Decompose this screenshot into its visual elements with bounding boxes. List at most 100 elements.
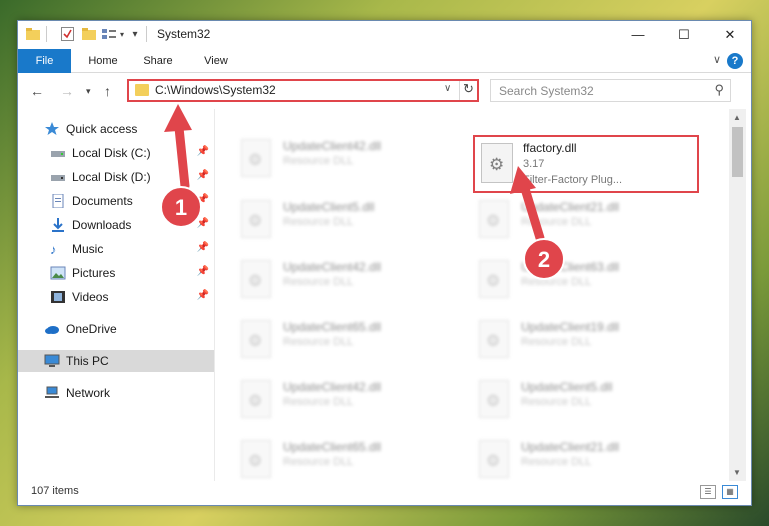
list-item[interactable]: UpdateClient63.dll Resource DLL <box>473 256 703 308</box>
file-name: UpdateClient21.dll <box>521 440 620 454</box>
pin-icon[interactable]: 📌 <box>197 170 209 181</box>
sidebar-item-videos[interactable]: Videos 📌 <box>18 286 214 308</box>
sidebar-item-onedrive[interactable]: OneDrive <box>18 318 214 340</box>
forward-arrow-icon[interactable]: → <box>60 83 74 99</box>
dll-file-icon <box>479 320 509 358</box>
details-view-icon[interactable]: ☰ <box>700 485 716 499</box>
navigation-bar: ← → ▾ ↑ C:\Windows\System32 ∨ ↻ Search S… <box>18 74 751 108</box>
pin-icon[interactable]: 📌 <box>197 146 209 157</box>
properties-icon[interactable] <box>60 26 74 42</box>
folder-icon <box>26 26 40 42</box>
up-arrow-icon[interactable]: ↑ <box>104 83 111 99</box>
sidebar-item-music[interactable]: ♪ Music 📌 <box>18 238 214 260</box>
new-folder-icon[interactable] <box>82 26 96 42</box>
sidebar-item-local-disk-c[interactable]: Local Disk (C:) 📌 <box>18 142 214 164</box>
file-name: UpdateClient21.dll <box>521 200 620 214</box>
sidebar-item-label: Videos <box>72 290 109 304</box>
list-item[interactable]: UpdateClient21.dll Resource DLL <box>473 196 703 248</box>
vertical-scrollbar[interactable]: ▲ ▼ <box>729 109 746 481</box>
drive-icon <box>50 170 66 184</box>
maximize-button[interactable]: ☐ <box>661 21 707 48</box>
list-item[interactable]: UpdateClient19.dll Resource DLL <box>473 316 703 368</box>
sidebar-item-label: Quick access <box>66 122 138 136</box>
back-arrow-icon[interactable]: ← <box>30 83 44 99</box>
highlighted-file-ffactory[interactable]: ffactory.dll 3.17 Filter-Factory Plug... <box>473 135 699 193</box>
item-count: 107 items <box>31 485 79 497</box>
address-path[interactable]: C:\Windows\System32 <box>155 83 276 97</box>
tab-file[interactable]: File <box>18 49 71 73</box>
sidebar-item-documents[interactable]: Documents 📌 <box>18 190 214 212</box>
list-item[interactable]: UpdateClient5.dll Resource DLL <box>235 196 465 248</box>
file-type: Resource DLL <box>283 336 354 348</box>
file-type: Resource DLL <box>521 216 592 228</box>
dll-file-icon <box>241 320 271 358</box>
search-icon[interactable]: ⚲ <box>714 82 724 98</box>
address-bar[interactable]: C:\Windows\System32 ∨ ↻ <box>127 79 479 102</box>
list-item[interactable]: UpdateClient5.dll Resource DLL <box>473 376 703 428</box>
pin-icon[interactable]: 📌 <box>197 242 209 253</box>
file-name: UpdateClient65.dll <box>283 320 382 334</box>
dll-file-icon <box>241 380 271 418</box>
pin-icon[interactable]: 📌 <box>197 194 209 205</box>
expand-ribbon-icon[interactable]: ∨ <box>713 53 721 66</box>
network-icon <box>44 386 60 400</box>
sidebar-item-pictures[interactable]: Pictures 📌 <box>18 262 214 284</box>
close-button[interactable]: ✕ <box>707 21 753 48</box>
dll-file-icon <box>241 200 271 238</box>
search-placeholder: Search System32 <box>499 84 594 98</box>
sidebar-item-label: Network <box>66 386 111 400</box>
scroll-thumb[interactable] <box>732 127 743 177</box>
tab-share[interactable]: Share <box>136 49 180 73</box>
minimize-button[interactable]: — <box>615 21 661 48</box>
search-input[interactable]: Search System32 ⚲ <box>490 79 731 102</box>
large-icons-view-icon[interactable]: ▦ <box>722 485 738 499</box>
customize-toolbar-icon[interactable] <box>102 26 116 42</box>
dll-file-icon <box>479 200 509 238</box>
sidebar-item-quick-access[interactable]: Quick access <box>18 118 214 140</box>
quick-access-dropdown-icon[interactable]: ▾ <box>130 26 140 42</box>
drive-icon <box>50 146 66 160</box>
list-item[interactable]: UpdateClient42.dll Resource DLL <box>235 256 465 308</box>
tab-view[interactable]: View <box>194 49 238 73</box>
pin-icon[interactable]: 📌 <box>197 266 209 277</box>
file-name: UpdateClient65.dll <box>283 440 382 454</box>
navigation-pane: Quick access Local Disk (C:) 📌 Local Dis… <box>18 109 214 481</box>
recent-locations-icon[interactable]: ▾ <box>86 86 91 97</box>
file-type: Resource DLL <box>521 456 592 468</box>
list-item[interactable]: UpdateClient65.dll Resource DLL <box>235 436 465 481</box>
scroll-up-icon[interactable]: ▲ <box>733 113 741 122</box>
pin-icon[interactable]: 📌 <box>197 290 209 301</box>
sidebar-item-local-disk-d[interactable]: Local Disk (D:) 📌 <box>18 166 214 188</box>
file-type: Resource DLL <box>283 456 354 468</box>
tab-home[interactable]: Home <box>81 49 125 73</box>
dll-file-icon <box>479 440 509 478</box>
chevron-down-icon[interactable]: ▾ <box>118 26 126 42</box>
title-bar: ▾ ▾ System32 — ☐ ✕ <box>18 21 751 48</box>
folder-icon <box>135 84 149 96</box>
file-type: Resource DLL <box>283 396 354 408</box>
sidebar-item-network[interactable]: Network <box>18 382 214 404</box>
list-item[interactable]: UpdateClient42.dll Resource DLL <box>235 376 465 428</box>
file-type: Resource DLL <box>283 155 354 167</box>
file-name: UpdateClient63.dll <box>521 260 620 274</box>
file-name: ffactory.dll <box>523 141 577 155</box>
pin-icon[interactable]: 📌 <box>197 218 209 229</box>
file-version: 3.17 <box>523 158 545 170</box>
sidebar-item-label: OneDrive <box>66 322 117 336</box>
scroll-down-icon[interactable]: ▼ <box>733 468 741 477</box>
list-item[interactable]: UpdateClient42.dll Resource DLL <box>235 135 465 187</box>
list-item[interactable]: UpdateClient21.dll Resource DLL <box>473 436 703 481</box>
sidebar-item-downloads[interactable]: Downloads 📌 <box>18 214 214 236</box>
ribbon-tabs: File Home Share View ∨ ? <box>18 49 751 73</box>
music-icon: ♪ <box>50 242 57 257</box>
star-icon <box>44 122 60 136</box>
list-item[interactable]: UpdateClient65.dll Resource DLL <box>235 316 465 368</box>
file-explorer-window: ▾ ▾ System32 — ☐ ✕ File Home Share View … <box>17 20 752 506</box>
status-bar: 107 items ☰ ▦ <box>18 481 751 505</box>
chevron-down-icon[interactable]: ∨ <box>444 83 451 94</box>
file-name: UpdateClient42.dll <box>283 139 382 153</box>
file-list: UpdateClient42.dll Resource DLL UpdateCl… <box>215 109 729 481</box>
help-button[interactable]: ? <box>727 53 743 69</box>
refresh-icon[interactable]: ↻ <box>459 81 477 100</box>
sidebar-item-this-pc[interactable]: This PC <box>18 350 214 372</box>
